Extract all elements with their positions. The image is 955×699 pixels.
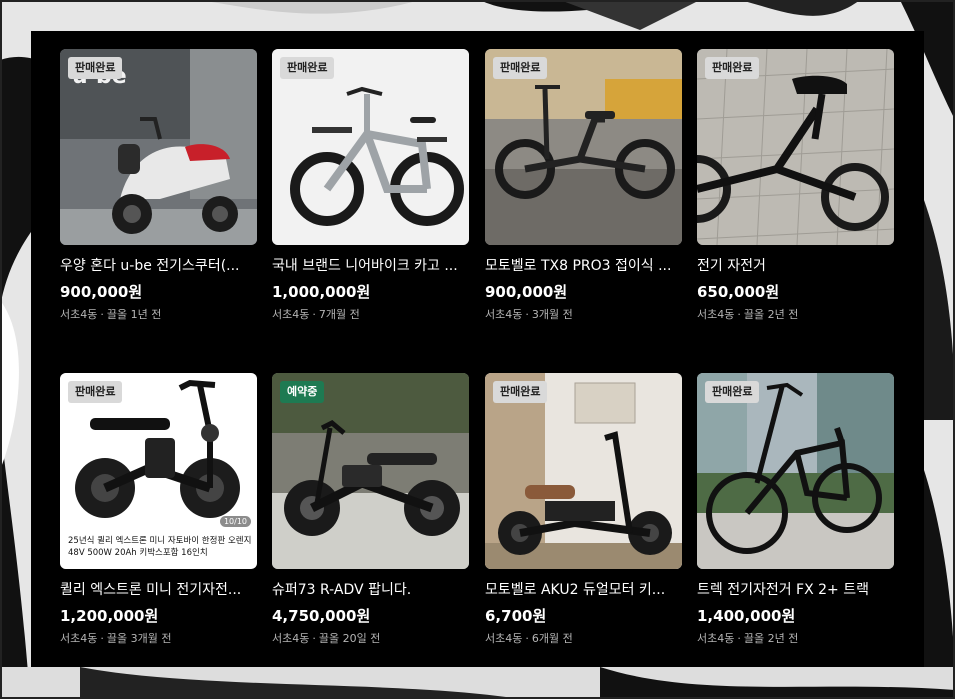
listing-title[interactable]: 모토벨로 AKU2 듀얼모터 키...	[485, 581, 682, 599]
listing-card[interactable]: u·be 판매완료 우양 혼다 u-be 전기스쿠터(... 900,000원 …	[60, 49, 257, 322]
listing-location: 서초4동	[697, 308, 735, 321]
listing-title[interactable]: 우양 혼다 u-be 전기스쿠터(...	[60, 257, 257, 275]
listing-card[interactable]: 예약중 슈퍼73 R-ADV 팝니다. 4,750,000원 서초4동 · 끌올 2…	[272, 373, 469, 646]
sold-badge: 판매완료	[493, 381, 548, 403]
listing-location: 서초4동	[697, 632, 735, 645]
listing-card[interactable]: 판매완료 국내 브랜드 니어바이크 카고 ... 1,000,000원 서초4동…	[272, 49, 469, 322]
meta-separator: ·	[737, 632, 741, 645]
listing-meta: 서초4동 · 끌올 20일 전	[272, 632, 469, 646]
listing-time: 끌올 2년 전	[743, 632, 799, 645]
listing-price: 900,000원	[60, 283, 143, 301]
listing-thumbnail[interactable]: 판매완료	[485, 49, 682, 245]
listing-time: 끌올 3개월 전	[106, 632, 172, 645]
meta-separator: ·	[312, 308, 316, 321]
listing-meta: 서초4동 · 끌올 3개월 전	[60, 632, 257, 646]
listing-thumbnail[interactable]: 판매완료	[697, 49, 894, 245]
meta-separator: ·	[525, 632, 529, 645]
meta-separator: ·	[312, 632, 316, 645]
listing-thumbnail[interactable]: 판매완료	[485, 373, 682, 569]
listing-location: 서초4동	[272, 308, 310, 321]
listing-location: 서초4동	[272, 632, 310, 645]
listing-thumbnail[interactable]: 예약중	[272, 373, 469, 569]
listing-card[interactable]: 판매완료 트렉 전기자전거 FX 2+ 트랙 1,400,000원 서초4동 · 끌…	[697, 373, 894, 646]
listing-title[interactable]: 퀼리 엑스트론 미니 전기자전...	[60, 581, 257, 599]
listing-time: 끌올 1년 전	[106, 308, 162, 321]
sold-badge: 판매완료	[705, 57, 760, 79]
meta-separator: ·	[737, 308, 741, 321]
sold-badge: 판매완료	[705, 381, 760, 403]
listing-meta: 서초4동 · 3개월 전	[485, 308, 682, 322]
listing-title[interactable]: 전기 자전거	[697, 257, 894, 275]
listing-thumbnail[interactable]: 판매완료	[697, 373, 894, 569]
listing-price: 1,400,000원	[697, 607, 796, 625]
listing-price: 6,700원	[485, 607, 547, 625]
listing-location: 서초4동	[60, 632, 98, 645]
listing-card[interactable]: 판매완료 전기 자전거 650,000원 서초4동 · 끌올 2년 전	[697, 49, 894, 322]
listing-thumbnail[interactable]: u·be 판매완료	[60, 49, 257, 245]
listing-meta: 서초4동 · 끌올 2년 전	[697, 308, 894, 322]
sold-badge: 판매완료	[493, 57, 548, 79]
listing-location: 서초4동	[485, 308, 523, 321]
listing-price: 650,000원	[697, 283, 780, 301]
listing-title[interactable]: 트렉 전기자전거 FX 2+ 트랙	[697, 581, 894, 599]
listing-card[interactable]: 판매완료 모토벨로 TX8 PRO3 접이식 ... 900,000원 서초4동…	[485, 49, 682, 322]
listing-price: 1,200,000원	[60, 607, 159, 625]
image-counter: 10/10	[219, 516, 251, 527]
listing-location: 서초4동	[60, 308, 98, 321]
listing-title[interactable]: 국내 브랜드 니어바이크 카고 ...	[272, 257, 469, 275]
listing-time: 끌올 20일 전	[318, 632, 381, 645]
sold-badge: 판매완료	[280, 57, 335, 79]
listing-meta: 서초4동 · 7개월 전	[272, 308, 469, 322]
listing-thumbnail[interactable]: 판매완료	[272, 49, 469, 245]
listing-meta: 서초4동 · 끌올 1년 전	[60, 308, 257, 322]
sold-badge: 판매완료	[68, 57, 123, 79]
listing-time: 끌올 2년 전	[743, 308, 799, 321]
listing-price: 4,750,000원	[272, 607, 371, 625]
listing-grid-panel: u·be 판매완료 우양 혼다 u-be 전기스쿠터(... 900,000원 …	[31, 31, 924, 667]
meta-separator: ·	[100, 308, 104, 321]
listing-title[interactable]: 슈퍼73 R-ADV 팝니다.	[272, 581, 469, 599]
listing-price: 1,000,000원	[272, 283, 371, 301]
listing-meta: 서초4동 · 끌올 2년 전	[697, 632, 894, 646]
sold-badge: 판매완료	[68, 381, 123, 403]
reserved-badge: 예약중	[280, 381, 325, 403]
listing-title[interactable]: 모토벨로 TX8 PRO3 접이식 ...	[485, 257, 682, 275]
listing-time: 6개월 전	[531, 632, 573, 645]
listing-time: 3개월 전	[531, 308, 573, 321]
listing-price: 900,000원	[485, 283, 568, 301]
listing-thumbnail[interactable]: 25년식 퀼리 엑스트론 미니 자토바이 한정판 오렌지 48V 500W 20…	[60, 373, 257, 569]
image-caption: 25년식 퀼리 엑스트론 미니 자토바이 한정판 오렌지 48V 500W 20…	[68, 536, 252, 558]
listing-card[interactable]: 판매완료 모토벨로 AKU2 듀얼모터 키... 6,700원 서초4동 · 6개월…	[485, 373, 682, 646]
listing-location: 서초4동	[485, 632, 523, 645]
meta-separator: ·	[525, 308, 529, 321]
listing-meta: 서초4동 · 6개월 전	[485, 632, 682, 646]
listing-time: 7개월 전	[318, 308, 360, 321]
meta-separator: ·	[100, 632, 104, 645]
listing-card[interactable]: 25년식 퀼리 엑스트론 미니 자토바이 한정판 오렌지 48V 500W 20…	[60, 373, 257, 646]
